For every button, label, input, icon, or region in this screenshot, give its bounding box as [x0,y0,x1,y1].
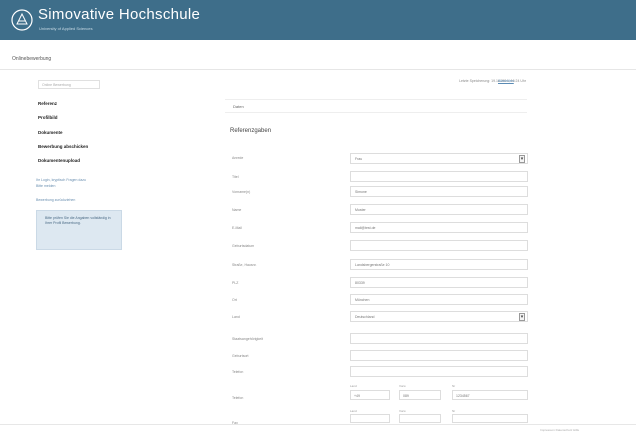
label-firstname: Vorname(n) [232,190,251,194]
label-title: Titel [232,175,239,179]
email-input[interactable]: mail@test.de [350,222,528,233]
page-topbar [0,40,636,70]
sidebar-step-reference[interactable]: Referenz [38,101,57,106]
label-lastname: Name [232,208,242,212]
label-country: Land [232,315,240,319]
phone-area-input[interactable]: 089 [399,390,441,400]
header-bar: Simovative Hochschule University of Appl… [0,0,636,40]
app-window: Simovative Hochschule University of Appl… [0,0,636,433]
phone-extra-input[interactable] [350,366,528,377]
label-salutation: Anrede [232,156,244,160]
fax-number-input[interactable] [452,414,528,423]
fax-number-label: Nr [452,409,456,413]
phone-area-label: Vorw [399,384,406,388]
fax-area-label: Vorw [399,409,406,413]
sidebar-step-submit[interactable]: Bewerbung abschicken [38,144,88,149]
university-logo-icon [11,9,33,31]
brand-tagline: University of Applied Sciences [39,26,93,31]
save-status: Letzte Speicherung: 19.10.2014, 16:24 Uh… [459,79,526,83]
country-select[interactable]: Deutschland ▾ [350,311,528,322]
section-title: Referenzgaben [230,128,272,134]
fax-area-input[interactable] [399,414,441,423]
label-city: Ort [232,298,237,302]
label-birthplace: Geburtsort [232,354,249,358]
logout-link[interactable]: Abmelden [498,79,514,83]
birthdate-input[interactable] [350,240,528,251]
label-birthdate: Geburtsdatum [232,244,255,248]
firstname-input[interactable]: Simone [350,186,528,197]
country-value: Deutschland [355,315,375,319]
help-link-login[interactable]: Ihr Login, kryptisch Fragen dazu [36,178,86,182]
salutation-value: Frau [355,157,363,161]
sidebar-step-profile-image[interactable]: Profilbild [38,115,58,120]
label-zip: PLZ [232,281,239,285]
nationality-input[interactable] [350,333,528,344]
sidebar-search-input[interactable]: Online Bewerbung [38,80,100,89]
footer-links[interactable]: Impressum Datenschutz Hilfe [540,428,579,432]
phone-country-label: Land [350,384,357,388]
footer-divider [0,424,636,425]
city-input[interactable]: München [350,294,528,305]
salutation-select[interactable]: Frau ▾ [350,153,528,164]
page-title: Onlinebewerbung [12,56,52,62]
chevron-down-icon[interactable]: ▾ [519,155,525,163]
info-box: Bitte prüfen Sie die Angaben vollständig… [36,210,122,250]
label-phone-extra: Telefon [232,370,244,374]
help-link-withdraw[interactable]: Bewerbung zurückziehen [36,198,75,202]
label-street: Straße, Hausnr. [232,263,257,267]
street-input[interactable]: Landsbergerstraße 10 [350,259,528,270]
title-input[interactable] [350,171,528,182]
sidebar-step-upload[interactable]: Dokumentenupload [38,158,80,163]
breadcrumb: Daten [225,99,527,113]
label-phone: Telefon [232,396,244,400]
help-link-contact[interactable]: Bitte melden [36,184,55,188]
birthplace-input[interactable] [350,350,528,361]
fax-country-input[interactable] [350,414,390,423]
phone-country-input[interactable]: +49 [350,390,390,400]
label-email: E-Mail [232,226,242,230]
chevron-down-icon[interactable]: ▾ [519,313,525,321]
brand-title: Simovative Hochschule [38,6,201,23]
fax-country-label: Land [350,409,357,413]
phone-number-label: Nr [452,384,456,388]
sidebar-step-documents[interactable]: Dokumente [38,130,63,135]
label-nationality: Staatsangehörigkeit [232,337,263,341]
phone-number-input[interactable]: 1234567 [452,390,528,400]
lastname-input[interactable]: Muster [350,204,528,215]
zip-input[interactable]: 80339 [350,277,528,288]
